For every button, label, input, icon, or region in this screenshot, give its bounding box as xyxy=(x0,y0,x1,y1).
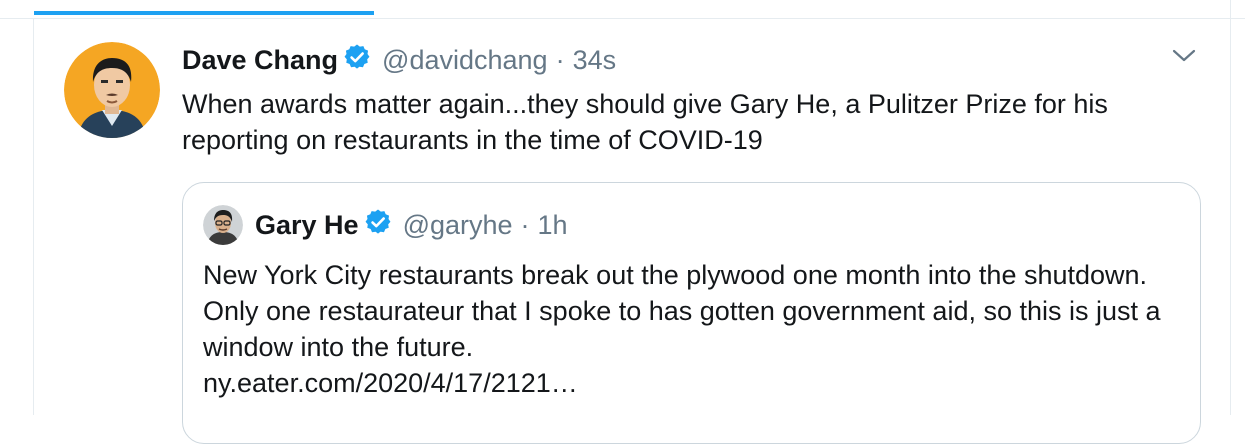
tab-bar xyxy=(0,0,1245,19)
tweet-text: When awards matter again...they should g… xyxy=(182,89,1108,155)
timeline-right-border xyxy=(1230,0,1231,415)
quoted-handle[interactable]: @garyhe xyxy=(403,210,513,241)
handle[interactable]: @davidchang xyxy=(382,45,548,76)
active-tab-indicator xyxy=(34,11,374,15)
display-name[interactable]: Dave Chang xyxy=(182,45,338,76)
profile-photo-icon xyxy=(203,205,243,245)
quoted-avatar[interactable] xyxy=(203,205,243,245)
verified-badge-icon xyxy=(344,43,370,77)
quoted-tweet-body: New York City restaurants break out the … xyxy=(203,260,1161,362)
quoted-display-name[interactable]: Gary He xyxy=(255,210,359,241)
tweet-header: Dave Chang @davidchang · 34s xyxy=(182,42,616,78)
separator-dot: · xyxy=(555,44,565,75)
cartoon-avatar-icon xyxy=(64,42,160,138)
quoted-timestamp[interactable]: 1h xyxy=(538,210,568,241)
chevron-down-icon xyxy=(1172,49,1196,62)
quoted-tweet-header: Gary He @garyhe · 1h xyxy=(203,205,568,245)
quoted-tweet-link[interactable]: ny.eater.com/2020/4/17/2121… xyxy=(203,365,1183,401)
tweet-menu-button[interactable] xyxy=(1170,44,1198,68)
quoted-tweet-text: New York City restaurants break out the … xyxy=(203,257,1183,401)
timeline-left-border xyxy=(33,18,34,415)
separator-dot: · xyxy=(520,209,530,240)
timestamp[interactable]: 34s xyxy=(573,45,617,76)
avatar[interactable] xyxy=(64,42,160,138)
quoted-tweet[interactable]: Gary He @garyhe · 1h New York City resta… xyxy=(182,182,1201,444)
verified-badge-icon xyxy=(365,208,391,242)
